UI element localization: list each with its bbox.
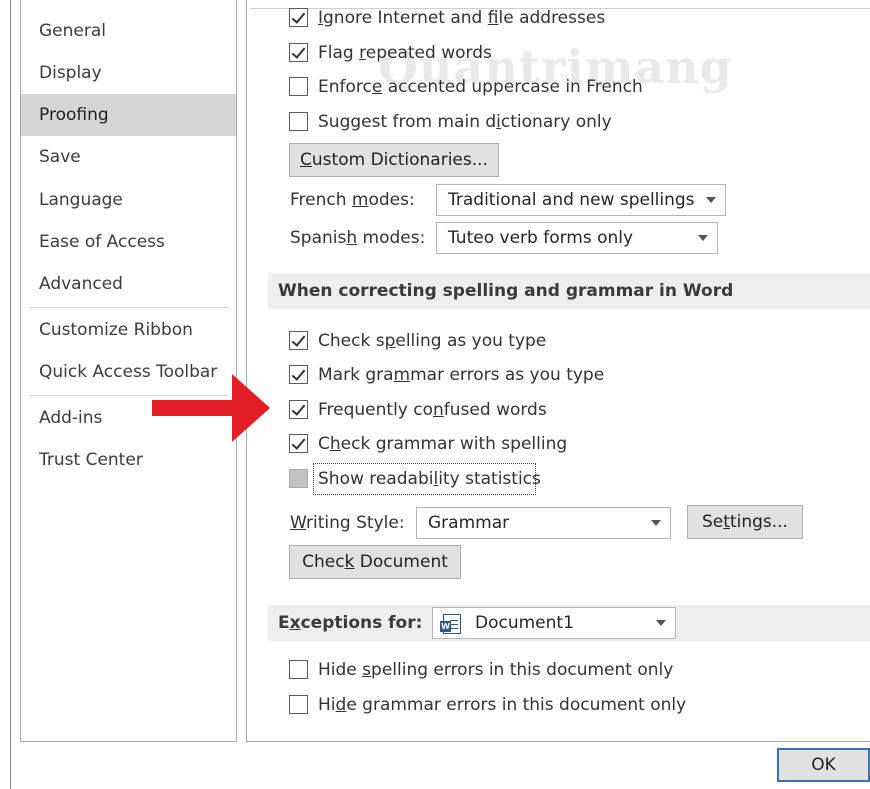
checkbox-check-grammar-with-spelling[interactable] bbox=[289, 434, 308, 453]
options-sidebar: General Display Proofing Save Language E… bbox=[20, 0, 237, 742]
sidebar-item-ease-of-access[interactable]: Ease of Access bbox=[21, 221, 236, 263]
label-show-readability-statistics: Show readability statistics bbox=[318, 469, 541, 489]
exceptions-document-dropdown[interactable]: W Document1 bbox=[432, 607, 676, 639]
spanish-modes-dropdown[interactable]: Tuteo verb forms only bbox=[436, 222, 718, 254]
label-mark-grammar-errors: Mark grammar errors as you type bbox=[318, 365, 605, 385]
sidebar-item-display[interactable]: Display bbox=[21, 52, 236, 94]
sidebar-item-general[interactable]: General bbox=[21, 10, 236, 52]
label-check-spelling-as-you-type: Check spelling as you type bbox=[318, 331, 547, 351]
chevron-down-icon bbox=[706, 197, 716, 203]
settings-button[interactable]: Settings... bbox=[687, 505, 803, 539]
sidebar-item-proofing[interactable]: Proofing bbox=[21, 94, 236, 136]
writing-style-dropdown[interactable]: Grammar bbox=[416, 507, 671, 539]
word-document-icon: W bbox=[440, 614, 461, 634]
chevron-down-icon bbox=[651, 520, 661, 526]
ok-button[interactable]: OK bbox=[777, 748, 870, 782]
checkbox-enforce-accented-uppercase[interactable] bbox=[289, 77, 308, 96]
checkbox-flag-repeated-words[interactable] bbox=[289, 43, 308, 62]
french-modes-dropdown[interactable]: Traditional and new spellings bbox=[436, 184, 726, 216]
sidebar-item-customize-ribbon[interactable]: Customize Ribbon bbox=[21, 309, 236, 351]
label-flag-repeated-words: Flag repeated words bbox=[318, 43, 492, 63]
custom-dictionaries-button[interactable]: Custom Dictionaries... bbox=[289, 143, 499, 177]
label-suggest-main-dictionary: Suggest from main dictionary only bbox=[318, 112, 612, 132]
checkbox-show-readability-statistics[interactable] bbox=[289, 469, 308, 488]
label-hide-grammar-errors: Hide grammar errors in this document onl… bbox=[318, 695, 687, 715]
sidebar-item-advanced[interactable]: Advanced bbox=[21, 263, 236, 305]
label-hide-spelling-errors: Hide spelling errors in this document on… bbox=[318, 660, 674, 680]
checkbox-ignore-internet-addresses[interactable] bbox=[289, 8, 308, 27]
checkbox-mark-grammar-errors[interactable] bbox=[289, 365, 308, 384]
sidebar-item-language[interactable]: Language bbox=[21, 179, 236, 221]
label-frequently-confused-words: Frequently confused words bbox=[318, 400, 547, 420]
checkbox-hide-grammar-errors[interactable] bbox=[289, 695, 308, 714]
sidebar-divider bbox=[29, 307, 229, 308]
writing-style-label: Writing Style: bbox=[290, 513, 405, 533]
checkbox-check-spelling-as-you-type[interactable] bbox=[289, 331, 308, 350]
checkbox-hide-spelling-errors[interactable] bbox=[289, 660, 308, 679]
chevron-down-icon bbox=[698, 235, 708, 241]
checkbox-suggest-main-dictionary[interactable] bbox=[289, 112, 308, 131]
section-header-spelling-grammar: When correcting spelling and grammar in … bbox=[268, 273, 870, 309]
check-document-button[interactable]: Check Document bbox=[289, 545, 461, 579]
label-check-grammar-with-spelling: Check grammar with spelling bbox=[318, 434, 568, 454]
spanish-modes-label: Spanish modes: bbox=[290, 228, 426, 248]
sidebar-item-trust-center[interactable]: Trust Center bbox=[21, 439, 236, 481]
label-enforce-accented-uppercase: Enforce accented uppercase in French bbox=[318, 77, 643, 97]
label-ignore-internet-addresses: Ignore Internet and file addresses bbox=[318, 8, 606, 28]
french-modes-label: French modes: bbox=[290, 190, 415, 210]
red-arrow-icon bbox=[152, 374, 270, 442]
sidebar-item-save[interactable]: Save bbox=[21, 136, 236, 178]
chevron-down-icon bbox=[656, 620, 666, 626]
checkbox-frequently-confused-words[interactable] bbox=[289, 400, 308, 419]
